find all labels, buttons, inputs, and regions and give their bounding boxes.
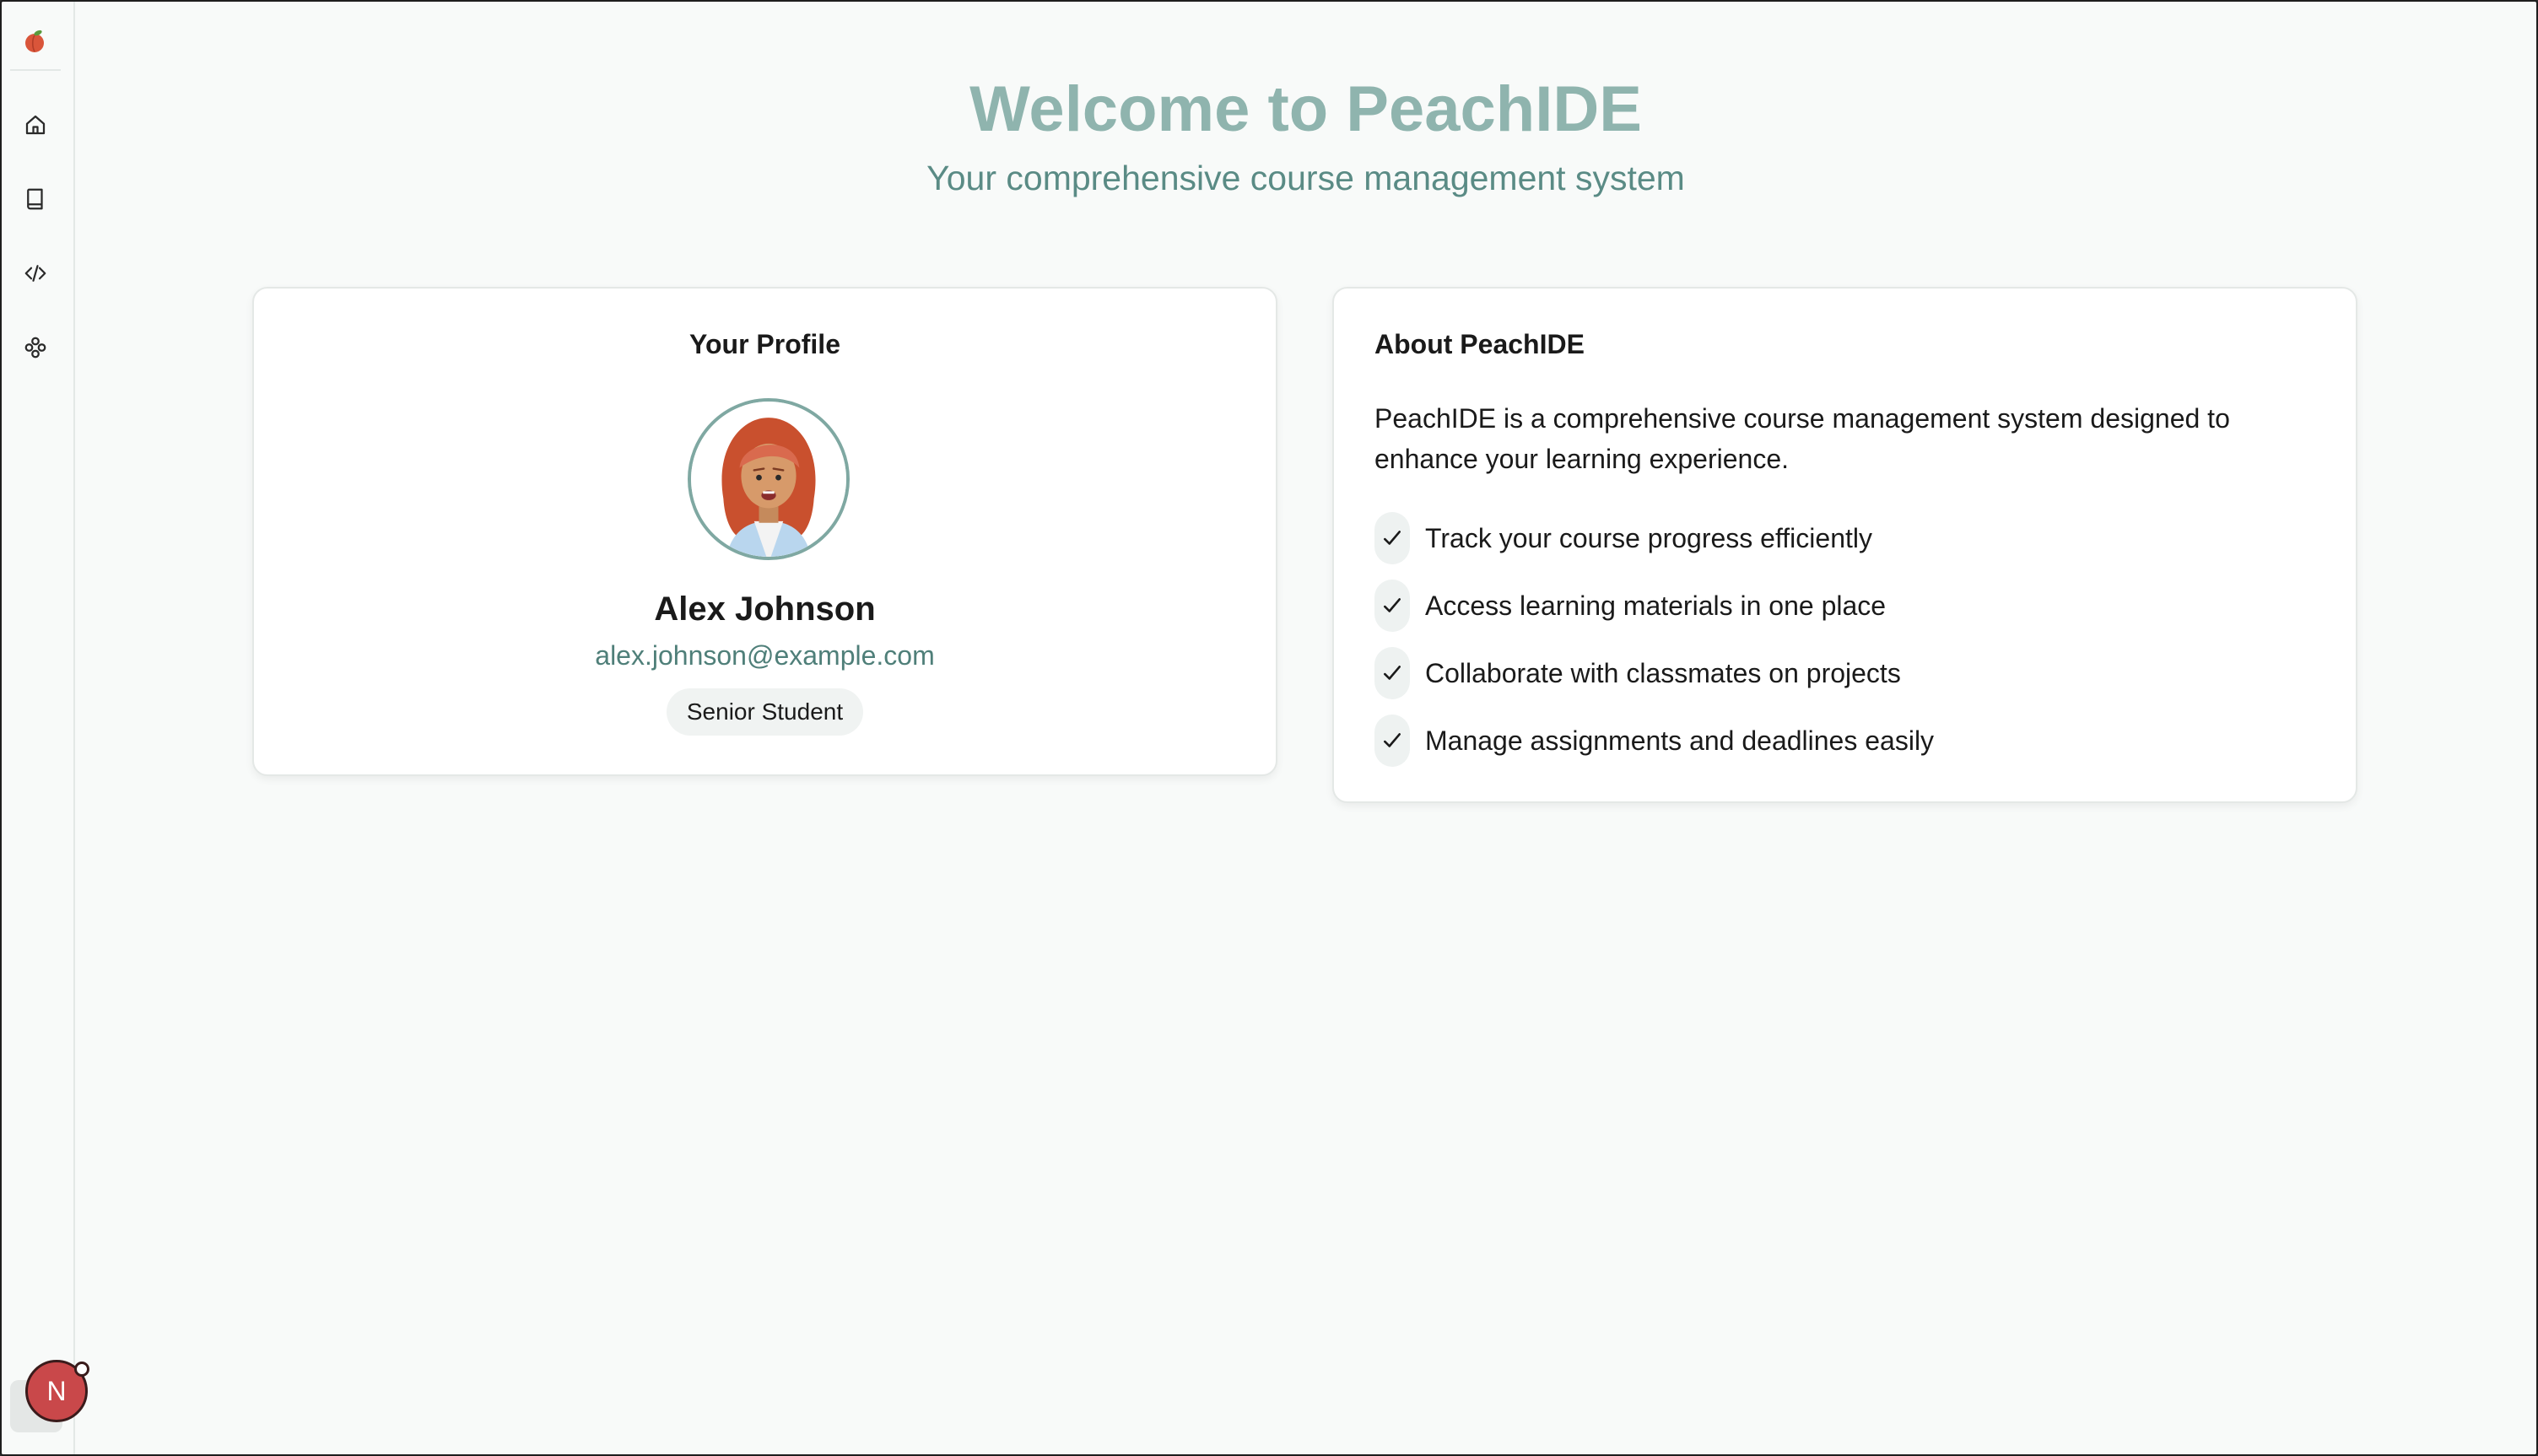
profile-name: Alex Johnson (654, 590, 876, 628)
feature-text: Track your course progress efficiently (1425, 522, 1872, 553)
profile-card: Your Profile Alex Johnson alex.johnson@e… (252, 287, 1277, 776)
feature-item: Access learning materials in one place (1374, 572, 1934, 639)
about-card: About PeachIDE PeachIDE is a comprehensi… (1332, 287, 2357, 803)
feature-item: Track your course progress efficiently (1374, 504, 1934, 572)
peach-logo-icon[interactable] (20, 27, 49, 56)
check-icon (1374, 647, 1410, 699)
about-description: PeachIDE is a comprehensive course manag… (1374, 403, 2230, 474)
role-badge: Senior Student (666, 688, 864, 736)
app-window: N Welcome to PeachIDE Your comprehensive… (0, 0, 2538, 1456)
sidebar-divider (10, 69, 61, 71)
home-icon (25, 115, 46, 135)
sidebar-item-courses[interactable] (17, 181, 54, 218)
check-icon (1374, 512, 1410, 564)
apps-icon (24, 337, 46, 359)
feature-list: Track your course progress efficiently A… (1374, 504, 1934, 774)
feature-text: Manage assignments and deadlines easily (1425, 725, 1935, 756)
sidebar-item-home[interactable] (17, 106, 54, 143)
about-heading: About PeachIDE (1374, 329, 1585, 359)
sidebar-item-code[interactable] (17, 255, 54, 292)
check-icon (1374, 715, 1410, 767)
feature-item: Collaborate with classmates on projects (1374, 639, 1934, 707)
sidebar-item-apps[interactable] (17, 329, 54, 366)
main-content: Welcome to PeachIDE Your comprehensive c… (75, 2, 2536, 1454)
sidebar: N (2, 2, 89, 1454)
book-icon (27, 188, 43, 210)
code-icon (24, 265, 46, 282)
role-badge-container: Senior Student (254, 688, 1276, 736)
feature-text: Collaborate with classmates on projects (1425, 657, 1901, 688)
page-title: Welcome to PeachIDE (969, 73, 1642, 145)
feature-item: Manage assignments and deadlines easily (1374, 707, 1934, 774)
profile-email: alex.johnson@example.com (595, 640, 935, 671)
feature-text: Access learning materials in one place (1425, 590, 1887, 621)
user-initial: N (46, 1375, 67, 1406)
page-subtitle: Your comprehensive course management sys… (926, 159, 1685, 197)
check-icon (1374, 580, 1410, 632)
profile-avatar (688, 398, 850, 560)
profile-heading: Your Profile (689, 329, 840, 359)
